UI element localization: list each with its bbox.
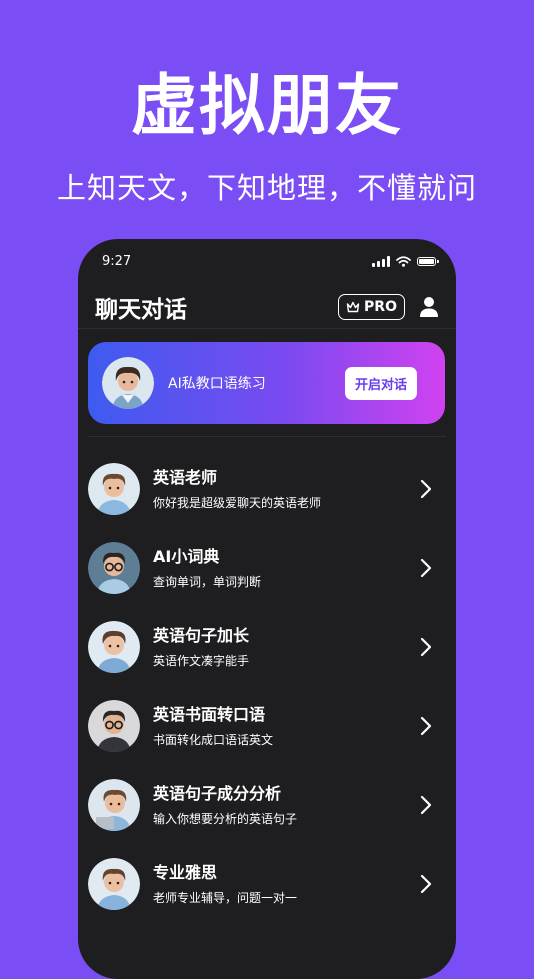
item-subtitle: 英语作文凑字能手 [153, 653, 250, 668]
user-profile-icon[interactable] [419, 296, 439, 318]
list-item[interactable]: AI小词典 查询单词，单词判断 [78, 528, 456, 607]
phone-frame: 9:27 聊天对话 PRO AI私教口语练习 开启对话 英语老师 你好我是超级爱… [78, 239, 456, 979]
hero-subtitle: 上知天文，下知地理，不懂就问 [56, 171, 477, 205]
avatar [88, 462, 140, 515]
item-title: 专业雅思 [153, 862, 218, 882]
status-icons [372, 255, 439, 267]
list-item[interactable]: 专业雅思 老师专业辅导，问题一对一 [78, 844, 456, 923]
page-title: 聊天对话 [95, 297, 187, 323]
item-subtitle: 老师专业辅导，问题一对一 [153, 890, 298, 905]
banner-divider [88, 436, 446, 437]
chevron-right-icon [420, 558, 432, 577]
list-item[interactable]: 英语句子加长 英语作文凑字能手 [78, 607, 456, 686]
avatar [88, 620, 140, 673]
avatar [88, 699, 140, 752]
wifi-icon [396, 255, 411, 267]
crown-icon [346, 301, 360, 313]
hero-title: 虚拟朋友 [131, 67, 403, 144]
item-subtitle: 输入你想要分析的英语句子 [153, 811, 298, 826]
item-title: 英语句子加长 [153, 625, 250, 645]
status-time: 9:27 [102, 253, 132, 269]
list-item[interactable]: 英语老师 你好我是超级爱聊天的英语老师 [78, 449, 456, 528]
chevron-right-icon [420, 874, 432, 893]
avatar [102, 357, 154, 409]
avatar [88, 778, 140, 831]
item-title: 英语老师 [153, 467, 218, 487]
item-subtitle: 查询单词，单词判断 [153, 574, 262, 589]
item-title: 英语书面转口语 [153, 704, 266, 724]
list-item[interactable]: 英语书面转口语 书面转化成口语话英文 [78, 686, 456, 765]
battery-icon [417, 256, 439, 266]
chevron-right-icon [420, 637, 432, 656]
banner-label: AI私教口语练习 [168, 376, 266, 392]
pro-label: PRO [364, 299, 397, 315]
header-bar: 聊天对话 PRO [95, 287, 439, 327]
chat-list: 英语老师 你好我是超级爱聊天的英语老师 AI小词典 查询单词，单词判断 英语句子… [78, 449, 456, 923]
pro-button[interactable]: PRO [338, 294, 405, 320]
avatar [88, 541, 140, 594]
item-title: AI小词典 [153, 546, 220, 566]
list-item[interactable]: 英语句子成分分析 输入你想要分析的英语句子 [78, 765, 456, 844]
item-title: 英语句子成分分析 [153, 783, 282, 803]
header-divider [78, 328, 456, 329]
item-subtitle: 书面转化成口语话英文 [153, 732, 274, 747]
chevron-right-icon [420, 795, 432, 814]
chevron-right-icon [420, 479, 432, 498]
status-bar: 9:27 [102, 251, 439, 271]
chevron-right-icon [420, 716, 432, 735]
signal-icon [372, 255, 390, 267]
item-subtitle: 你好我是超级爱聊天的英语老师 [153, 495, 322, 510]
avatar [88, 857, 140, 910]
start-chat-button[interactable]: 开启对话 [344, 366, 417, 400]
ai-tutor-banner[interactable]: AI私教口语练习 开启对话 [88, 342, 445, 424]
